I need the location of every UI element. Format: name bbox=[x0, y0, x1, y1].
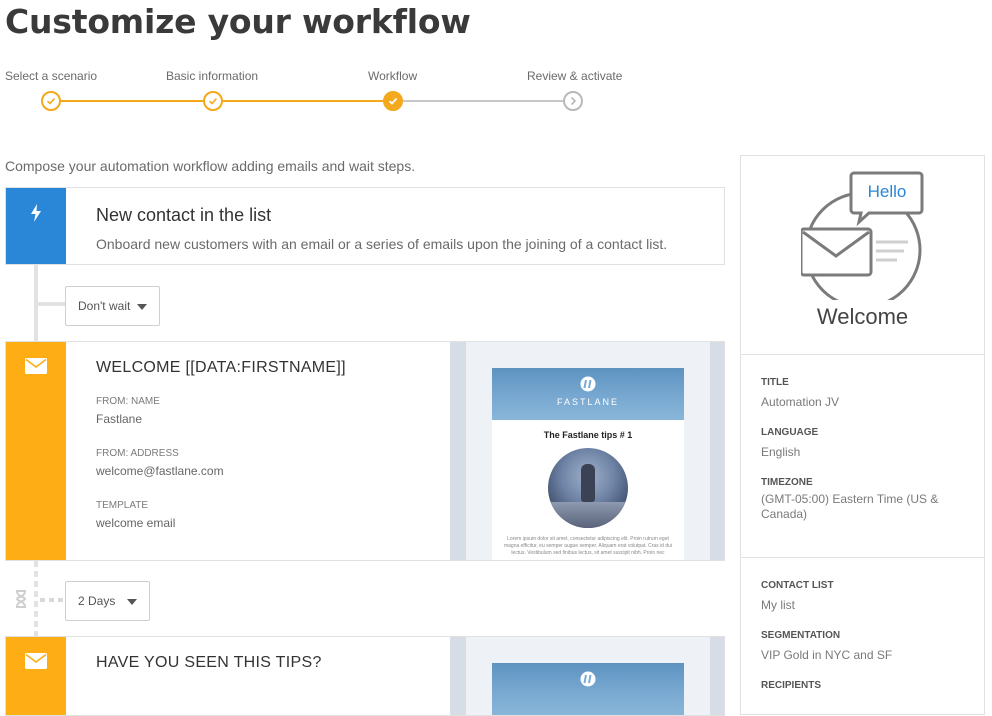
check-icon bbox=[46, 97, 56, 105]
email-strip bbox=[6, 637, 66, 715]
contact-list-value: My list bbox=[761, 598, 795, 612]
brand-logo-icon bbox=[580, 376, 596, 392]
segmentation-label: SEGMENTATION bbox=[761, 630, 841, 641]
email-card-1[interactable]: WELCOME [[DATA:FIRSTNAME]] FROM: NAME Fa… bbox=[5, 341, 725, 561]
wait-select-1[interactable]: Don't wait bbox=[65, 286, 160, 326]
envelope-icon bbox=[25, 653, 47, 669]
step-label-basic-information[interactable]: Basic information bbox=[166, 69, 258, 83]
workflow-connector-dashed bbox=[40, 598, 65, 602]
hourglass-icon bbox=[15, 590, 27, 608]
email-title: WELCOME [[DATA:FIRSTNAME]] bbox=[96, 359, 346, 376]
contact-list-label: CONTACT LIST bbox=[761, 580, 834, 591]
email-preview: FASTLANE The Fastlane tips # 1 Lorem ips… bbox=[492, 368, 684, 560]
email-preview-background: FASTLANE The Fastlane tips # 1 Lorem ips… bbox=[466, 342, 710, 560]
step-circle-done[interactable] bbox=[41, 91, 61, 111]
trigger-description: Onboard new customers with an email or a… bbox=[96, 236, 668, 252]
trigger-title: New contact in the list bbox=[96, 205, 272, 225]
language-label: LANGUAGE bbox=[761, 427, 819, 438]
title-value: Automation JV bbox=[761, 395, 840, 409]
preview-photo-shore bbox=[548, 502, 628, 528]
timezone-value: (GMT-05:00) Eastern Time (US & Canada) bbox=[761, 492, 939, 521]
brand-logo-icon bbox=[580, 671, 596, 687]
language-value: English bbox=[761, 445, 801, 459]
step-label-workflow[interactable]: Workflow bbox=[368, 69, 417, 83]
preview-hero-image: FASTLANE bbox=[492, 368, 684, 420]
sidebar-divider bbox=[741, 354, 984, 355]
envelope-icon bbox=[25, 358, 47, 374]
step-connector bbox=[402, 100, 563, 102]
trigger-strip bbox=[6, 188, 66, 264]
wait-select-2[interactable]: 2 Days bbox=[65, 581, 150, 621]
preview-brand: FASTLANE bbox=[556, 397, 619, 407]
lightning-icon bbox=[31, 204, 41, 222]
email-preview-pane[interactable]: FASTLANE The Fastlane tips # 1 Lorem ips… bbox=[450, 342, 724, 560]
step-label-select-scenario[interactable]: Select a scenario bbox=[5, 69, 97, 83]
step-connector bbox=[60, 100, 203, 102]
from-name-value: Fastlane bbox=[96, 412, 143, 426]
step-circle-current[interactable] bbox=[383, 91, 403, 111]
bubble-text: Hello bbox=[867, 182, 907, 201]
segmentation-value: VIP Gold in NYC and SF bbox=[761, 648, 893, 662]
caret-down-icon bbox=[137, 304, 147, 310]
step-circle-done[interactable] bbox=[203, 91, 223, 111]
from-address-value: welcome@fastlane.com bbox=[96, 464, 224, 478]
step-label-review-activate[interactable]: Review & activate bbox=[527, 69, 622, 83]
trigger-card[interactable]: New contact in the list Onboard new cust… bbox=[5, 187, 725, 265]
title-label: TITLE bbox=[761, 377, 789, 388]
check-icon bbox=[388, 97, 398, 105]
template-value: welcome email bbox=[96, 516, 176, 530]
timezone-label: TIMEZONE bbox=[761, 477, 813, 488]
check-icon bbox=[208, 97, 218, 105]
workflow-summary-sidebar: Hello Welcome TITLE Automation JV LANGUA… bbox=[740, 155, 985, 715]
workflow-connector bbox=[34, 302, 66, 306]
recipients-label: RECIPIENTS bbox=[761, 680, 822, 691]
email-preview-background bbox=[466, 637, 710, 715]
preview-photo-person bbox=[581, 464, 595, 502]
preview-photo bbox=[548, 448, 628, 528]
email-preview-pane[interactable] bbox=[450, 637, 724, 715]
chevron-right-icon bbox=[570, 96, 577, 106]
from-name-label: FROM: NAME bbox=[96, 396, 160, 407]
workflow-connector-dashed bbox=[34, 561, 38, 637]
email-strip bbox=[6, 342, 66, 560]
from-address-label: FROM: ADDRESS bbox=[96, 448, 179, 459]
preview-body-text: Lorem ipsum dolor sit amet, consectetur … bbox=[503, 536, 673, 556]
step-connector bbox=[222, 100, 383, 102]
caret-down-icon bbox=[127, 599, 137, 605]
preview-hero-image bbox=[492, 663, 684, 715]
email-card-2[interactable]: HAVE YOU SEEN THIS TIPS? bbox=[5, 636, 725, 716]
email-title: HAVE YOU SEEN THIS TIPS? bbox=[96, 654, 322, 671]
sidebar-heading: Welcome bbox=[816, 304, 909, 329]
template-label: TEMPLATE bbox=[96, 500, 149, 511]
wait-select-value: Don't wait bbox=[78, 299, 131, 313]
page-title: Customize your workflow bbox=[5, 2, 471, 41]
preview-heading: The Fastlane tips # 1 bbox=[543, 430, 633, 440]
email-preview bbox=[492, 663, 684, 715]
step-circle-todo[interactable] bbox=[563, 91, 583, 111]
workflow-stepper: Select a scenario Basic information Work… bbox=[0, 66, 660, 116]
sidebar-divider bbox=[741, 557, 984, 558]
wait-select-value: 2 Days bbox=[78, 594, 116, 608]
workflow-intro-text: Compose your automation workflow adding … bbox=[5, 158, 416, 174]
